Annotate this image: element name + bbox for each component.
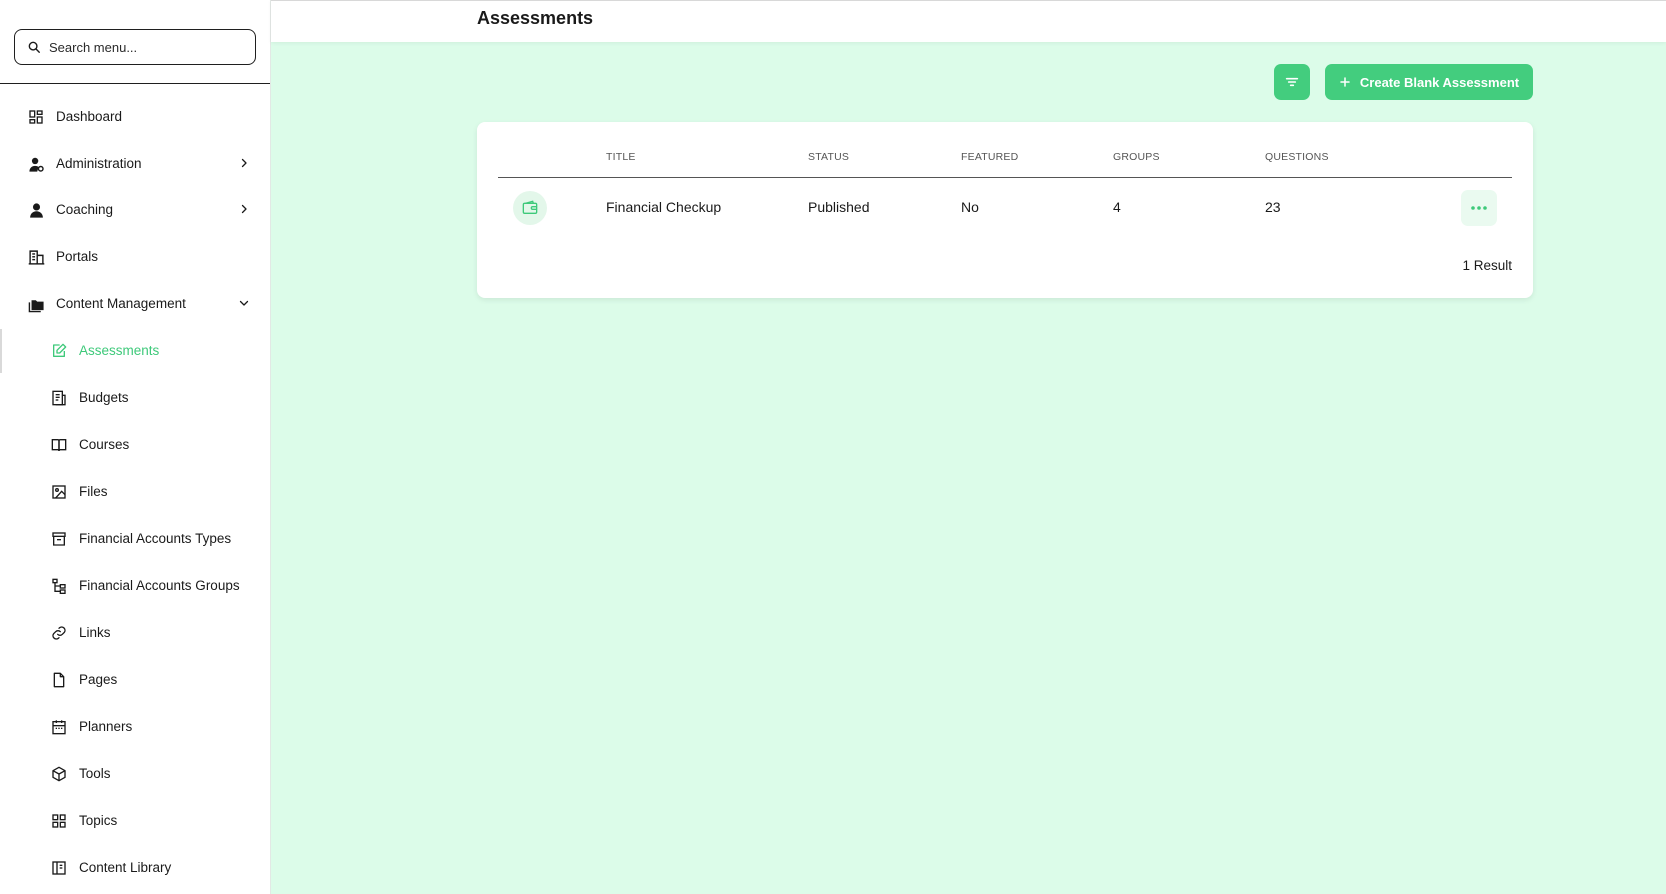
sidebar-subitem-links[interactable]: Links xyxy=(0,612,270,652)
search-box[interactable] xyxy=(14,29,256,65)
column-header-title[interactable]: Title xyxy=(606,151,636,163)
plus-icon xyxy=(1339,76,1351,88)
sidebar-item-portals[interactable]: Portals xyxy=(0,236,270,276)
create-button-label: Create Blank Assessment xyxy=(1359,74,1520,90)
row-featured: No xyxy=(961,199,979,215)
result-count: 1 Result xyxy=(1462,258,1512,273)
sidebar-item-administration[interactable]: Administration xyxy=(0,143,270,183)
sidebar-item-label: Tools xyxy=(79,766,111,781)
create-blank-assessment-button[interactable]: Create Blank Assessment xyxy=(1325,64,1533,100)
dashboard-icon xyxy=(27,108,45,126)
budget-icon xyxy=(50,389,68,407)
sidebar-subitem-courses[interactable]: Courses xyxy=(0,424,270,464)
wallet-icon xyxy=(513,191,547,225)
calendar-icon xyxy=(50,718,68,736)
sidebar-item-label: Budgets xyxy=(79,390,129,405)
sidebar-item-label: Files xyxy=(79,484,108,499)
sidebar-item-label: Pages xyxy=(79,672,118,687)
filter-icon xyxy=(1285,77,1299,87)
assessments-table-card: Title Status Featured Groups Questions F… xyxy=(477,122,1533,298)
search-input[interactable] xyxy=(49,39,249,55)
more-horizontal-icon xyxy=(1471,206,1487,210)
sidebar-item-label: Assessments xyxy=(79,343,160,358)
image-icon xyxy=(50,483,68,501)
cube-icon xyxy=(50,765,68,783)
user-cog-icon xyxy=(27,155,45,173)
sidebar-item-label: Planners xyxy=(79,719,133,734)
book-open-icon xyxy=(50,436,68,454)
edit-note-icon xyxy=(50,342,68,360)
column-header-status[interactable]: Status xyxy=(808,151,849,163)
row-groups: 4 xyxy=(1113,199,1121,215)
link-icon xyxy=(50,624,68,642)
folder-stack-icon xyxy=(27,295,45,313)
sidebar-item-label: Content Library xyxy=(79,860,172,875)
column-header-questions[interactable]: Questions xyxy=(1265,151,1329,163)
hierarchy-icon xyxy=(50,577,68,595)
sidebar-item-label: Courses xyxy=(79,437,130,452)
sidebar-item-label: Coaching xyxy=(56,202,114,217)
row-actions-button[interactable] xyxy=(1461,190,1497,226)
sidebar-subitem-budgets[interactable]: Budgets xyxy=(0,377,270,417)
sidebar-item-label: Portals xyxy=(56,249,99,264)
row-questions: 23 xyxy=(1265,199,1281,215)
column-header-groups[interactable]: Groups xyxy=(1113,151,1160,163)
sidebar-item-label: Links xyxy=(79,625,111,640)
top-bar: Assessments xyxy=(271,0,1666,42)
sidebar-item-content-management[interactable]: Content Management xyxy=(0,283,270,323)
filter-button[interactable] xyxy=(1274,64,1310,100)
building-icon xyxy=(27,248,45,266)
sidebar-item-label: Dashboard xyxy=(56,109,123,124)
sidebar-subitem-content-library[interactable]: Content Library xyxy=(0,847,270,887)
chevron-down-icon xyxy=(236,295,252,311)
sidebar-item-dashboard[interactable]: Dashboard xyxy=(0,96,270,136)
chevron-right-icon xyxy=(236,155,252,171)
row-status: Published xyxy=(808,199,870,215)
grid-icon xyxy=(50,812,68,830)
table-header-divider xyxy=(498,177,1512,178)
file-icon xyxy=(50,671,68,689)
sidebar-subitem-planners[interactable]: Planners xyxy=(0,706,270,746)
sidebar-item-label: Financial Accounts Groups xyxy=(79,578,240,593)
sidebar-subitem-assessments[interactable]: Assessments xyxy=(0,330,270,370)
sidebar-subitem-financial-accounts-groups[interactable]: Financial Accounts Groups xyxy=(0,565,270,605)
library-icon xyxy=(50,859,68,877)
sidebar-item-label: Financial Accounts Types xyxy=(79,531,232,546)
sidebar-subitem-files[interactable]: Files xyxy=(0,471,270,511)
sidebar-subitem-tools[interactable]: Tools xyxy=(0,753,270,793)
sidebar-subitem-financial-accounts-types[interactable]: Financial Accounts Types xyxy=(0,518,270,558)
column-header-featured[interactable]: Featured xyxy=(961,151,1018,163)
search-icon xyxy=(28,41,40,53)
sidebar-item-label: Content Management xyxy=(56,296,186,311)
sidebar-item-label: Topics xyxy=(79,813,118,828)
sidebar: Dashboard Administration Coaching Portal… xyxy=(0,0,271,894)
row-title[interactable]: Financial Checkup xyxy=(606,199,721,215)
sidebar-item-coaching[interactable]: Coaching xyxy=(0,189,270,229)
chevron-right-icon xyxy=(236,201,252,217)
sidebar-subitem-topics[interactable]: Topics xyxy=(0,800,270,840)
sidebar-divider xyxy=(0,83,270,84)
page-title: Assessments xyxy=(477,8,594,28)
sidebar-subitem-pages[interactable]: Pages xyxy=(0,659,270,699)
sidebar-item-label: Administration xyxy=(56,156,142,171)
user-icon xyxy=(27,201,45,219)
archive-icon xyxy=(50,530,68,548)
